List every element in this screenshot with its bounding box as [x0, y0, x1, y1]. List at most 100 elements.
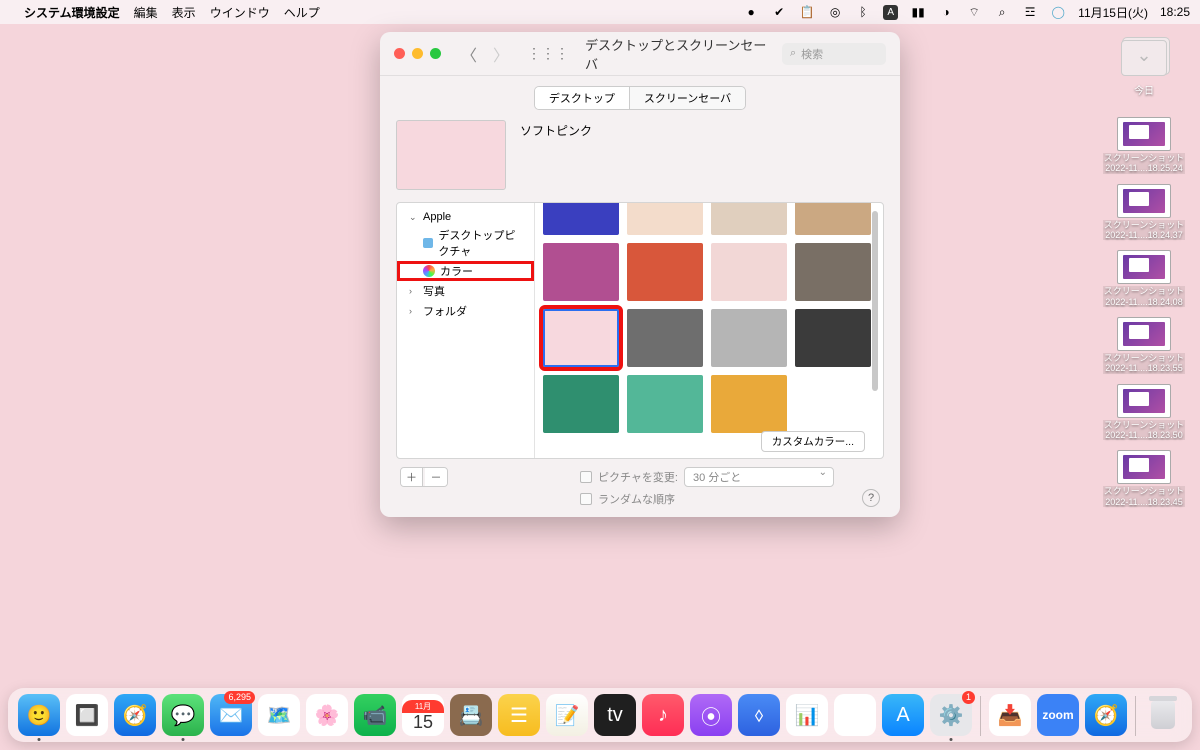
menubar-time[interactable]: 18:25: [1160, 5, 1190, 19]
menu-window[interactable]: ウインドウ: [210, 4, 270, 21]
color-swatch[interactable]: [795, 309, 871, 367]
dock-facetime[interactable]: 📹: [354, 694, 396, 736]
search-field[interactable]: ⌕ 検索: [782, 43, 886, 65]
tab-desktop[interactable]: デスクトップ: [535, 87, 630, 109]
remove-source-button[interactable]: －: [425, 468, 447, 486]
color-swatch[interactable]: [543, 203, 619, 235]
color-wheel-icon: [423, 265, 435, 277]
titlebar[interactable]: 〈 〉 ⋮⋮⋮ デスクトップとスクリーンセーバ ⌕ 検索: [380, 32, 900, 76]
dock-separator: [980, 696, 981, 736]
dock-messages[interactable]: 💬: [162, 694, 204, 736]
color-swatch[interactable]: [711, 375, 787, 433]
app-name[interactable]: システム環境設定: [24, 4, 120, 21]
screenshot-file[interactable]: スクリーンショット2022-11....18.23.55: [1103, 317, 1186, 374]
menu-edit[interactable]: 編集: [134, 4, 158, 21]
desktop-stack[interactable]: [1121, 40, 1167, 76]
siri-icon[interactable]: ◯: [1050, 4, 1066, 20]
battery-icon[interactable]: ▮▮: [910, 4, 926, 20]
sidebar-item-apple[interactable]: ⌄Apple: [397, 209, 534, 225]
dock-safari-2[interactable]: 🧭: [1085, 694, 1127, 736]
color-grid: [543, 203, 861, 433]
dock-tv[interactable]: tv: [594, 694, 636, 736]
color-grid-pane: カスタムカラー...: [535, 203, 883, 458]
color-swatch[interactable]: [711, 309, 787, 367]
dock-shortcuts[interactable]: ⬨: [738, 694, 780, 736]
color-swatch[interactable]: [795, 243, 871, 301]
bluetooth-icon[interactable]: ᛒ: [855, 4, 871, 20]
color-swatch[interactable]: [795, 375, 871, 433]
dock-pages[interactable]: ✎: [834, 694, 876, 736]
airplay-icon[interactable]: ◎: [827, 4, 843, 20]
forward-button[interactable]: 〉: [493, 42, 509, 66]
zoom-button[interactable]: [430, 48, 441, 59]
color-swatch[interactable]: [795, 203, 871, 235]
status-icon-2[interactable]: ✔︎: [771, 4, 787, 20]
add-source-button[interactable]: ＋: [401, 468, 423, 486]
status-icon-3[interactable]: ◑: [938, 4, 954, 20]
screenshot-file[interactable]: スクリーンショット2022-11....18.23.45: [1103, 450, 1186, 507]
color-swatch[interactable]: [627, 375, 703, 433]
dock-downloads[interactable]: 📥: [989, 694, 1031, 736]
color-swatch[interactable]: [711, 243, 787, 301]
dock-notes[interactable]: 📝: [546, 694, 588, 736]
menu-help[interactable]: ヘルプ: [284, 4, 320, 21]
show-all-button[interactable]: ⋮⋮⋮: [527, 45, 569, 62]
dock-maps[interactable]: 🗺️: [258, 694, 300, 736]
sys-badge: 1: [962, 691, 975, 704]
sidebar-item-colors[interactable]: カラー: [397, 261, 534, 281]
dock-music[interactable]: ♪: [642, 694, 684, 736]
dock-calendar[interactable]: 11月15: [402, 694, 444, 736]
window-title: デスクトップとスクリーンセーバ: [585, 35, 772, 73]
dock-launchpad[interactable]: 🔲: [66, 694, 108, 736]
color-swatch[interactable]: [627, 203, 703, 235]
current-color-label: ソフトピンク: [520, 120, 592, 139]
dock-reminders[interactable]: ☰: [498, 694, 540, 736]
status-icon-1[interactable]: ●: [743, 4, 759, 20]
sidebar-item-folders[interactable]: ›フォルダ: [397, 301, 534, 321]
help-button[interactable]: ?: [862, 489, 880, 507]
desktop-preview: [396, 120, 506, 190]
scrollbar[interactable]: [872, 211, 878, 391]
change-picture-checkbox[interactable]: [580, 471, 592, 483]
screenshot-file[interactable]: スクリーンショット2022-11....18.24.08: [1103, 250, 1186, 307]
color-swatch[interactable]: [711, 203, 787, 235]
preferences-window: 〈 〉 ⋮⋮⋮ デスクトップとスクリーンセーバ ⌕ 検索 デスクトップ スクリー…: [380, 32, 900, 517]
control-center-icon[interactable]: ☲: [1022, 4, 1038, 20]
tab-screensaver[interactable]: スクリーンセーバ: [630, 87, 745, 109]
minimize-button[interactable]: [412, 48, 423, 59]
interval-dropdown[interactable]: 30 分ごと: [684, 467, 834, 487]
sidebar-item-photos[interactable]: ›写真: [397, 281, 534, 301]
screenshot-file[interactable]: スクリーンショット2022-11....18.23.50: [1103, 384, 1186, 441]
dock-trash[interactable]: [1144, 694, 1182, 736]
color-swatch[interactable]: [543, 375, 619, 433]
dock-safari[interactable]: 🧭: [114, 694, 156, 736]
back-button[interactable]: 〈: [461, 42, 477, 66]
menubar-date[interactable]: 11月15日(火): [1078, 4, 1148, 21]
dock-finder[interactable]: 🙂: [18, 694, 60, 736]
menu-view[interactable]: 表示: [172, 4, 196, 21]
clipboard-icon[interactable]: 📋: [799, 4, 815, 20]
dock-mail[interactable]: ✉️6,295: [210, 694, 252, 736]
dock-contacts[interactable]: 📇: [450, 694, 492, 736]
random-checkbox[interactable]: [580, 493, 592, 505]
dock-podcasts[interactable]: ⦿: [690, 694, 732, 736]
color-swatch[interactable]: [543, 243, 619, 301]
close-button[interactable]: [394, 48, 405, 59]
dock-numbers[interactable]: 📊: [786, 694, 828, 736]
custom-color-button[interactable]: カスタムカラー...: [761, 431, 865, 452]
input-source-icon[interactable]: A: [883, 5, 898, 20]
add-remove-control: ＋ －: [400, 467, 448, 487]
wifi-icon[interactable]: ⌔: [966, 4, 982, 20]
mail-badge: 6,295: [224, 691, 255, 704]
screenshot-file[interactable]: スクリーンショット2022-11....18.24.37: [1103, 184, 1186, 241]
spotlight-icon[interactable]: ⌕: [994, 4, 1010, 20]
dock-zoom[interactable]: zoom: [1037, 694, 1079, 736]
color-swatch[interactable]: [627, 309, 703, 367]
dock-appstore[interactable]: A: [882, 694, 924, 736]
sidebar-item-desktop-pictures[interactable]: デスクトップピクチャ: [397, 225, 534, 261]
dock-photos[interactable]: 🌸: [306, 694, 348, 736]
color-swatch[interactable]: [543, 309, 619, 367]
color-swatch[interactable]: [627, 243, 703, 301]
dock-system-preferences[interactable]: ⚙️1: [930, 694, 972, 736]
screenshot-file[interactable]: スクリーンショット2022-11....18.25.24: [1103, 117, 1186, 174]
